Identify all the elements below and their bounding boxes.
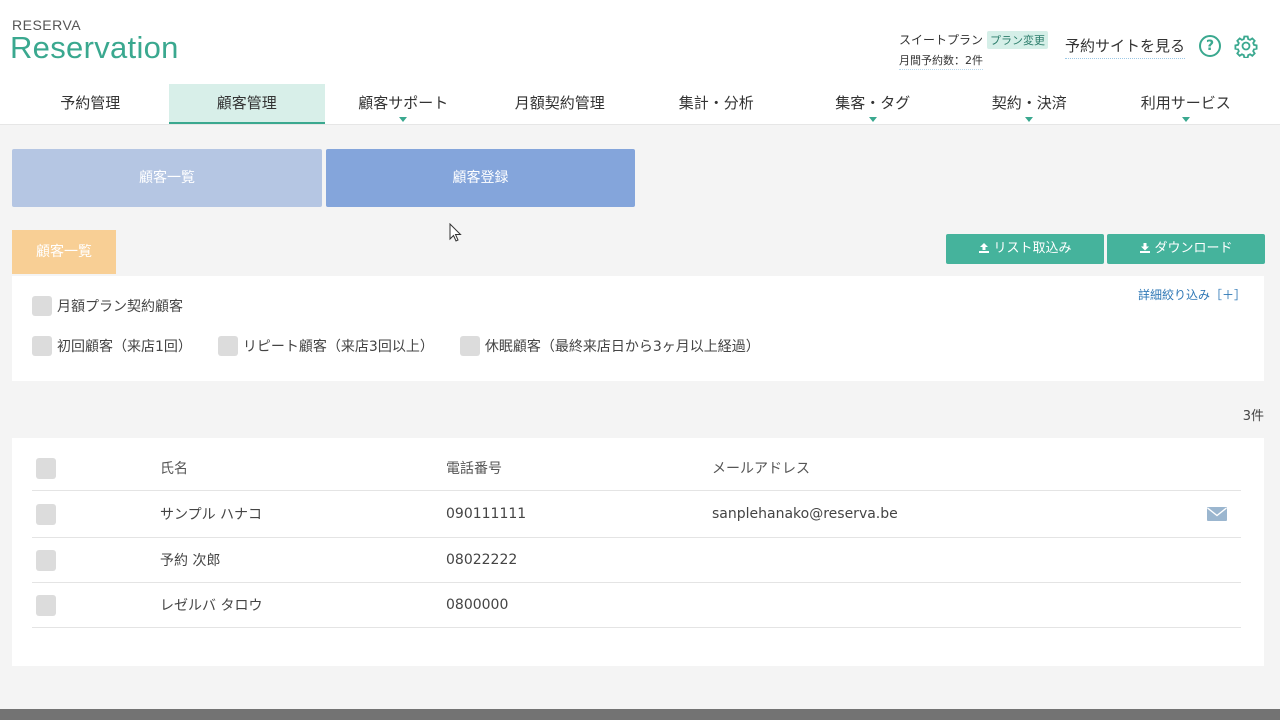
customer-list-tab[interactable]: 顧客一覧 bbox=[12, 149, 322, 207]
nav-divider bbox=[0, 124, 1280, 125]
customer-name[interactable]: 予約 次郎 bbox=[160, 550, 220, 570]
filter-first-visit[interactable]: 初回顧客（来店1回） bbox=[32, 336, 192, 356]
result-count: 3件 bbox=[1242, 409, 1264, 424]
nav-monthly-contract[interactable]: 月額契約管理 bbox=[482, 84, 639, 125]
checkbox[interactable] bbox=[459, 336, 480, 356]
list-import-button[interactable]: リスト取込み bbox=[946, 234, 1104, 264]
nav-customer-support[interactable]: 顧客サポート bbox=[325, 84, 482, 125]
main-nav: 予約管理 顧客管理 顧客サポート 月額契約管理 集計・分析 集客・タグ 契約・決… bbox=[12, 84, 1264, 125]
customer-phone: 08022222 bbox=[446, 552, 518, 568]
download-icon bbox=[1140, 243, 1151, 253]
row-checkbox[interactable] bbox=[36, 595, 56, 616]
upload-icon bbox=[979, 243, 990, 253]
filter-row-1: 月額プラン契約顧客 bbox=[32, 296, 209, 316]
filter-row-2: 初回顧客（来店1回） リピート顧客（来店3回以上） 休眠顧客（最終来店日から3ヶ… bbox=[32, 336, 786, 356]
detail-filter-toggle[interactable]: 詳細絞り込み［＋］ bbox=[1138, 286, 1246, 303]
checkbox[interactable] bbox=[217, 336, 238, 356]
filter-repeat[interactable]: リピート顧客（来店3回以上） bbox=[217, 336, 434, 356]
plan-name: スイートプラン bbox=[899, 33, 984, 47]
table-row: サンプル ハナコ 090111111 sanplehanako@reserva.… bbox=[32, 491, 1241, 538]
row-checkbox[interactable] bbox=[36, 550, 56, 571]
customer-name[interactable]: レゼルバ タロウ bbox=[160, 595, 262, 615]
help-icon[interactable]: ? bbox=[1199, 35, 1221, 57]
section-title: 顧客一覧 bbox=[12, 230, 116, 274]
plan-info: スイートプラン プラン変更 月間予約数：2件 bbox=[899, 29, 1049, 70]
footer-bar bbox=[0, 709, 1280, 720]
customer-phone: 0800000 bbox=[446, 597, 509, 613]
header-phone: 電話番号 bbox=[446, 461, 502, 477]
customer-email: sanplehanako@reserva.be bbox=[712, 506, 898, 522]
nav-marketing-tags[interactable]: 集客・タグ bbox=[795, 84, 952, 125]
select-all-checkbox[interactable] bbox=[36, 458, 56, 479]
caret-down-icon bbox=[1025, 117, 1034, 122]
caret-down-icon bbox=[1181, 117, 1190, 122]
caret-down-icon bbox=[868, 117, 877, 122]
app-header: RESERVA Reservation スイートプラン プラン変更 月間予約数：2… bbox=[0, 0, 1280, 125]
filter-monthly-plan[interactable]: 月額プラン契約顧客 bbox=[32, 296, 183, 316]
customer-register-tab[interactable]: 顧客登録 bbox=[326, 149, 635, 207]
header-name: 氏名 bbox=[160, 461, 188, 477]
caret-down-icon bbox=[399, 117, 408, 122]
customer-table: 氏名 電話番号 メールアドレス サンプル ハナコ 090111111 sanpl… bbox=[12, 438, 1264, 666]
nav-analytics[interactable]: 集計・分析 bbox=[638, 84, 795, 125]
mail-icon[interactable] bbox=[1206, 505, 1228, 523]
table-row: レゼルバ タロウ 0800000 bbox=[32, 583, 1241, 628]
filter-panel: 詳細絞り込み［＋］ 月額プラン契約顧客 初回顧客（来店1回） リピート顧客（来店… bbox=[12, 276, 1264, 381]
nav-customer-management[interactable]: 顧客管理 bbox=[168, 84, 325, 125]
view-reservation-site-link[interactable]: 予約サイトを見る bbox=[1065, 35, 1186, 59]
header-email: メールアドレス bbox=[712, 461, 810, 477]
nav-reservation-management[interactable]: 予約管理 bbox=[12, 84, 169, 125]
table-header: 氏名 電話番号 メールアドレス bbox=[32, 446, 1241, 491]
row-checkbox[interactable] bbox=[36, 504, 56, 525]
logo-main[interactable]: Reservation bbox=[10, 30, 179, 66]
nav-contracts-payments[interactable]: 契約・決済 bbox=[951, 84, 1108, 125]
gear-icon[interactable] bbox=[1234, 34, 1258, 58]
checkbox[interactable] bbox=[32, 336, 52, 356]
filter-dormant[interactable]: 休眠顧客（最終来店日から3ヶ月以上経過） bbox=[459, 336, 760, 356]
customer-phone: 090111111 bbox=[446, 506, 527, 522]
download-button[interactable]: ダウンロード bbox=[1107, 234, 1265, 264]
customer-name[interactable]: サンプル ハナコ bbox=[160, 504, 262, 524]
monthly-reservation-count: 月間予約数：2件 bbox=[899, 52, 983, 70]
plan-change-button[interactable]: プラン変更 bbox=[987, 31, 1049, 49]
nav-services[interactable]: 利用サービス bbox=[1108, 84, 1265, 125]
checkbox[interactable] bbox=[32, 296, 52, 316]
table-row: 予約 次郎 08022222 bbox=[32, 538, 1241, 583]
mouse-cursor-icon bbox=[449, 223, 462, 242]
